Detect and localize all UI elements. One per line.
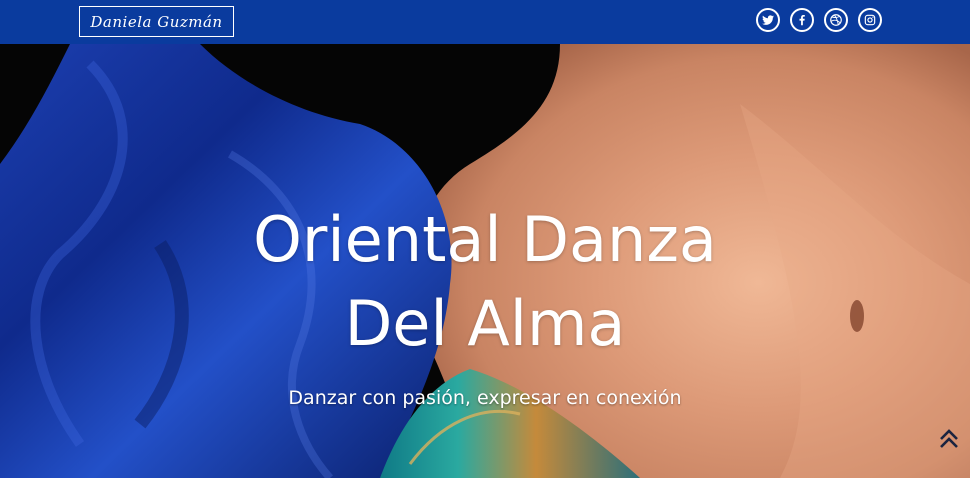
social-links <box>756 8 882 32</box>
logo-text: Daniela Guzmán <box>90 12 223 31</box>
hero-title-line-1: Oriental Danza <box>253 203 717 276</box>
site-logo[interactable]: Daniela Guzmán <box>79 6 234 37</box>
double-chevron-up-icon[interactable] <box>938 428 960 450</box>
dribbble-icon[interactable] <box>824 8 848 32</box>
hero-section: Oriental Danza Del Alma Danzar con pasió… <box>0 44 970 478</box>
facebook-icon[interactable] <box>790 8 814 32</box>
twitter-icon[interactable] <box>756 8 780 32</box>
hero-title-line-2: Del Alma <box>344 287 626 360</box>
top-navbar: Daniela Guzmán <box>0 0 970 44</box>
hero-subtitle: Danzar con pasión, expresar en conexión <box>288 387 682 409</box>
hero-title: Oriental Danza Del Alma <box>0 198 970 366</box>
instagram-icon[interactable] <box>858 8 882 32</box>
